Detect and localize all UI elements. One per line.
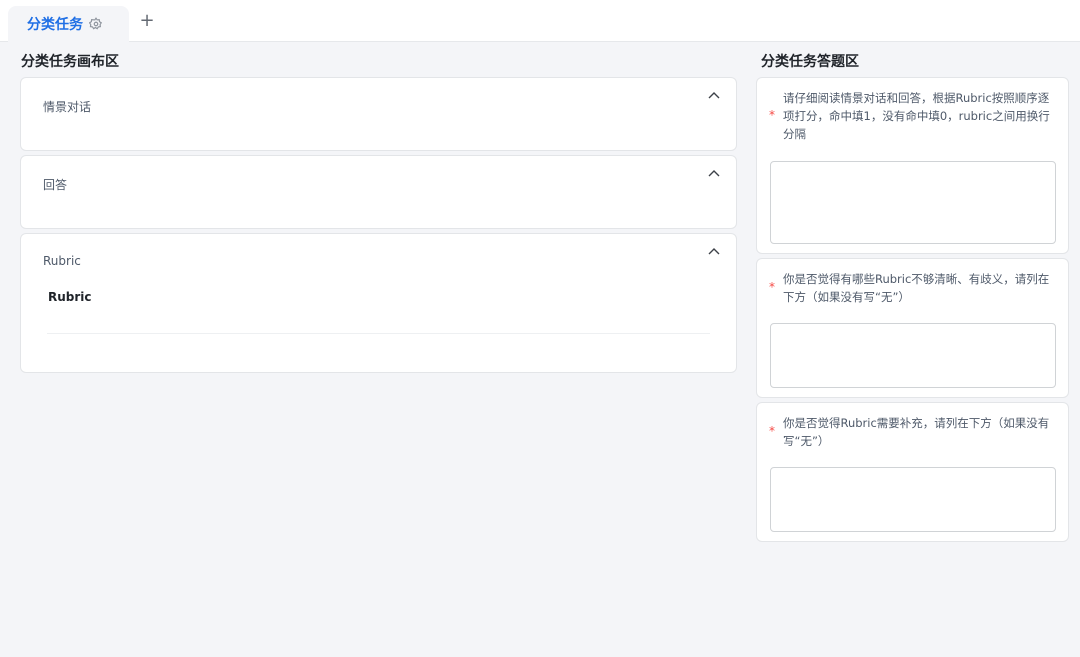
question-card-3: * 你是否觉得Rubric需要补充，请列在下方（如果没有写“无”） <box>756 402 1069 542</box>
question-text: 你是否觉得有哪些Rubric不够清晰、有歧义，请列在下方（如果没有写“无”） <box>783 272 1050 304</box>
card-answer: 回答 <box>20 155 737 229</box>
tab-label: 分类任务 <box>27 17 83 33</box>
question-text: 你是否觉得Rubric需要补充，请列在下方（如果没有写“无”） <box>783 416 1050 448</box>
card-dialogue-label: 情景对话 <box>43 100 92 114</box>
answer-input-1[interactable] <box>770 161 1056 244</box>
question-text: 请仔细阅读情景对话和回答，根据Rubric按照顺序逐项打分，命中填1，没有命中填… <box>783 91 1050 141</box>
question-card-2: * 你是否觉得有哪些Rubric不够清晰、有歧义，请列在下方（如果没有写“无”） <box>756 258 1069 398</box>
tab-classification-task[interactable]: 分类任务 <box>8 6 129 42</box>
card-rubric: Rubric Rubric <box>20 233 737 373</box>
rubric-content-title: Rubric <box>48 290 92 304</box>
answer-input-3[interactable] <box>770 467 1056 532</box>
add-tab-button[interactable]: + <box>138 12 156 30</box>
card-dialogue: 情景对话 <box>20 77 737 151</box>
required-mark: * <box>769 424 775 438</box>
tab-bar: 分类任务 + <box>0 0 1080 42</box>
canvas-section-title: 分类任务画布区 <box>21 54 119 70</box>
card-answer-label: 回答 <box>43 178 68 192</box>
card-rubric-label: Rubric <box>43 254 81 268</box>
chevron-up-icon[interactable] <box>707 168 721 178</box>
question-card-1: * 请仔细阅读情景对话和回答，根据Rubric按照顺序逐项打分，命中填1，没有命… <box>756 77 1069 254</box>
answer-input-2[interactable] <box>770 323 1056 388</box>
gear-icon[interactable] <box>89 17 103 31</box>
answer-section-title: 分类任务答题区 <box>761 54 859 70</box>
required-mark: * <box>769 280 775 294</box>
chevron-up-icon[interactable] <box>707 90 721 100</box>
divider <box>47 333 710 334</box>
chevron-up-icon[interactable] <box>707 246 721 256</box>
required-mark: * <box>769 108 775 122</box>
